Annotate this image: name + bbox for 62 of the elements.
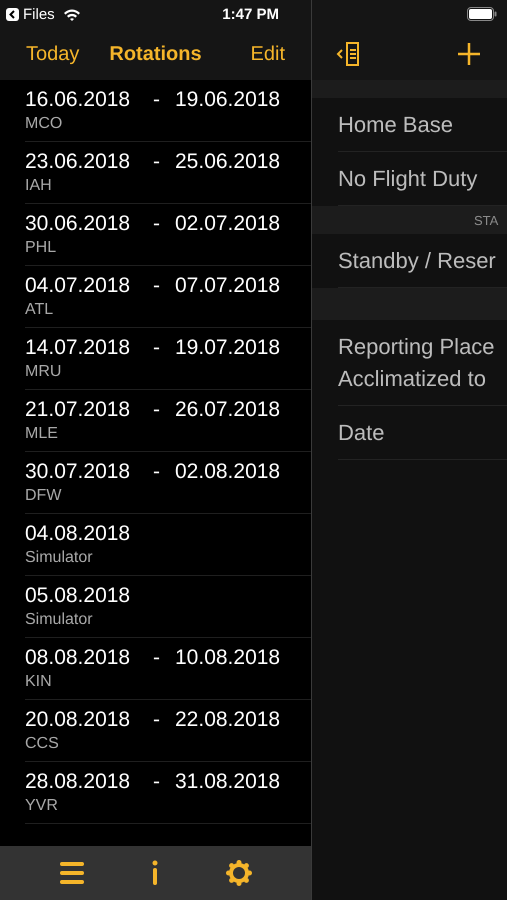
start-date: 04.07.2018: [25, 274, 132, 298]
setting-label: Standby / Reser: [338, 248, 497, 274]
end-date: 26.07.2018: [175, 398, 280, 422]
end-date: 10.08.2018: [175, 646, 280, 670]
start-date: 14.07.2018: [25, 336, 132, 360]
start-date: 21.07.2018: [25, 398, 132, 422]
rotation-place: MLE: [25, 425, 59, 443]
wifi-icon: [62, 8, 81, 20]
section-header: STA: [312, 206, 507, 234]
start-date: 04.08.2018: [25, 522, 132, 546]
back-icon[interactable]: [6, 8, 19, 20]
rotation-place: YVR: [25, 797, 59, 815]
date-separator: -: [153, 646, 161, 670]
edit-button[interactable]: Edit: [250, 42, 285, 66]
battery-icon: [467, 7, 497, 21]
end-date: 02.07.2018: [175, 212, 280, 236]
start-date: 30.07.2018: [25, 460, 132, 484]
end-date: 22.08.2018: [175, 708, 280, 732]
rotation-place: KIN: [25, 673, 53, 691]
start-date: 08.08.2018: [25, 646, 132, 670]
date-separator: -: [153, 460, 161, 484]
date-separator: -: [153, 708, 161, 732]
end-date: 19.06.2018: [175, 88, 280, 112]
rotation-place: MRU: [25, 363, 62, 381]
date-separator: -: [153, 770, 161, 794]
date-separator: -: [153, 398, 161, 422]
setting-label: No Flight Duty: [338, 166, 478, 192]
start-date: 28.08.2018: [25, 770, 132, 794]
setting-label: Date: [338, 420, 386, 446]
end-date: 02.08.2018: [175, 460, 280, 484]
start-date: 05.08.2018: [25, 584, 132, 608]
end-date: 07.07.2018: [175, 274, 280, 298]
start-date: 30.06.2018: [25, 212, 132, 236]
settings-icon[interactable]: [226, 860, 252, 886]
setting-label: Reporting Place: [338, 334, 496, 360]
date-separator: -: [153, 336, 161, 360]
setting-sublabel: Acclimatized to: [338, 366, 487, 392]
nav-title: Rotations: [109, 42, 202, 66]
start-date: 23.06.2018: [25, 150, 132, 174]
rotation-place: MCO: [25, 115, 64, 133]
today-button[interactable]: Today: [26, 42, 80, 66]
rotation-place: ATL: [25, 301, 54, 319]
rotation-place: Simulator: [25, 611, 94, 629]
start-date: 16.06.2018: [25, 88, 132, 112]
date-separator: -: [153, 274, 161, 298]
back-label[interactable]: Files: [23, 6, 55, 22]
end-date: 31.08.2018: [175, 770, 280, 794]
add-icon[interactable]: [455, 40, 483, 68]
clock-time: 1:47 PM: [222, 6, 279, 22]
rotation-place: DFW: [25, 487, 62, 505]
date-separator: -: [153, 212, 161, 236]
rotation-place: Simulator: [25, 549, 94, 567]
rotation-place: CCS: [25, 735, 60, 753]
rotation-place: IAH: [25, 177, 53, 195]
rotation-place: PHL: [25, 239, 58, 257]
date-separator: -: [153, 150, 161, 174]
menu-icon[interactable]: [58, 860, 85, 886]
end-date: 25.06.2018: [175, 150, 280, 174]
end-date: 19.07.2018: [175, 336, 280, 360]
setting-label: Home Base: [338, 112, 454, 138]
date-separator: -: [153, 88, 161, 112]
start-date: 20.08.2018: [25, 708, 132, 732]
